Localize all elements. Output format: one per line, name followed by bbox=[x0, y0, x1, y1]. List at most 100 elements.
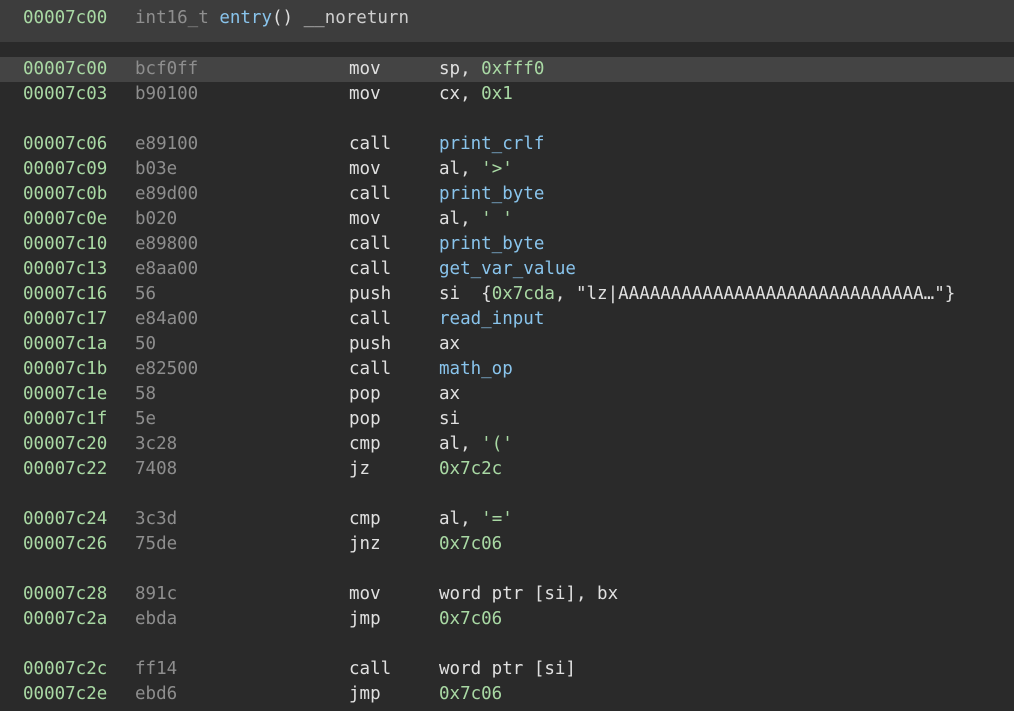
instruction-mnemonic[interactable]: push bbox=[349, 332, 391, 357]
instruction-operands[interactable]: 0x7c06 bbox=[439, 682, 502, 707]
instruction-operands[interactable]: 0x7c06 bbox=[439, 532, 502, 557]
instruction-operands[interactable]: cx, 0x1 bbox=[439, 82, 513, 107]
instruction-mnemonic[interactable]: call bbox=[349, 182, 391, 207]
instruction-row[interactable]: 00007c13 e8aa00 call get_var_value bbox=[0, 257, 1014, 282]
instruction-address[interactable]: 00007c28 bbox=[23, 582, 107, 607]
instruction-operands[interactable]: si bbox=[439, 407, 460, 432]
instruction-address[interactable]: 00007c1a bbox=[23, 332, 107, 357]
numeric-operand[interactable]: 0x1 bbox=[481, 84, 513, 104]
instruction-address[interactable]: 00007c03 bbox=[23, 82, 107, 107]
instruction-mnemonic[interactable]: jz bbox=[349, 457, 370, 482]
symbol-reference[interactable]: math_op bbox=[439, 359, 513, 379]
symbol-reference[interactable]: print_byte bbox=[439, 234, 544, 254]
instruction-address[interactable]: 00007c06 bbox=[23, 132, 107, 157]
instruction-address[interactable]: 00007c20 bbox=[23, 432, 107, 457]
instruction-row[interactable]: 00007c22 7408 jz 0x7c2c bbox=[0, 457, 1014, 482]
instruction-operands[interactable]: 0x7c06 bbox=[439, 607, 502, 632]
instruction-operands[interactable]: si {0x7cda, "lz|AAAAAAAAAAAAAAAAAAAAAAAA… bbox=[439, 282, 955, 307]
instruction-address[interactable]: 00007c0b bbox=[23, 182, 107, 207]
instruction-address[interactable]: 00007c10 bbox=[23, 232, 107, 257]
instruction-row[interactable]: 00007c1a 50 push ax bbox=[0, 332, 1014, 357]
instruction-row[interactable]: 00007c03 b90100 mov cx, 0x1 bbox=[0, 82, 1014, 107]
instruction-row[interactable]: 00007c1e 58 pop ax bbox=[0, 382, 1014, 407]
instruction-address[interactable]: 00007c2a bbox=[23, 607, 107, 632]
instruction-mnemonic[interactable]: jmp bbox=[349, 682, 381, 707]
instruction-address[interactable]: 00007c2c bbox=[23, 657, 107, 682]
instruction-mnemonic[interactable]: cmp bbox=[349, 432, 381, 457]
instruction-row[interactable]: 00007c2e ebd6 jmp 0x7c06 bbox=[0, 682, 1014, 707]
instruction-mnemonic[interactable]: push bbox=[349, 282, 391, 307]
instruction-row[interactable]: 00007c2c ff14 call word ptr [si] bbox=[0, 657, 1014, 682]
function-name[interactable]: entry bbox=[219, 8, 272, 28]
instruction-operands[interactable]: ax bbox=[439, 382, 460, 407]
function-signature[interactable]: int16_t entry() __noreturn bbox=[135, 8, 409, 28]
instruction-row[interactable]: 00007c0e b020 mov al, ' ' bbox=[0, 207, 1014, 232]
instruction-address[interactable]: 00007c2e bbox=[23, 682, 107, 707]
instruction-row[interactable]: 00007c17 e84a00 call read_input bbox=[0, 307, 1014, 332]
instruction-address[interactable]: 00007c1e bbox=[23, 382, 107, 407]
numeric-operand[interactable]: 0x7c2c bbox=[439, 459, 502, 479]
instruction-operands[interactable]: get_var_value bbox=[439, 257, 576, 282]
instruction-row[interactable]: 00007c24 3c3d cmp al, '=' bbox=[0, 507, 1014, 532]
instruction-address[interactable]: 00007c13 bbox=[23, 257, 107, 282]
instruction-row[interactable]: 00007c06 e89100 call print_crlf bbox=[0, 132, 1014, 157]
instruction-row[interactable]: 00007c2a ebda jmp 0x7c06 bbox=[0, 607, 1014, 632]
instruction-operands[interactable]: al, '=' bbox=[439, 507, 513, 532]
instruction-address[interactable]: 00007c0e bbox=[23, 207, 107, 232]
instruction-operands[interactable]: ax bbox=[439, 332, 460, 357]
instruction-address[interactable]: 00007c17 bbox=[23, 307, 107, 332]
instruction-mnemonic[interactable]: jnz bbox=[349, 532, 381, 557]
instruction-operands[interactable]: word ptr [si], bx bbox=[439, 582, 618, 607]
instruction-address[interactable]: 00007c26 bbox=[23, 532, 107, 557]
instruction-row[interactable]: 00007c16 56 push si {0x7cda, "lz|AAAAAAAAAA… bbox=[0, 282, 1014, 307]
instruction-operands[interactable]: al, '>' bbox=[439, 157, 513, 182]
instruction-row[interactable]: 00007c09 b03e mov al, '>' bbox=[0, 157, 1014, 182]
instruction-address[interactable]: 00007c00 bbox=[23, 57, 107, 82]
instruction-mnemonic[interactable]: call bbox=[349, 232, 391, 257]
numeric-operand[interactable]: 0x7c06 bbox=[439, 534, 502, 554]
instruction-address[interactable]: 00007c1b bbox=[23, 357, 107, 382]
instruction-mnemonic[interactable]: call bbox=[349, 657, 391, 682]
instruction-operands[interactable]: print_byte bbox=[439, 232, 544, 257]
instruction-operands[interactable]: al, ' ' bbox=[439, 207, 513, 232]
instruction-mnemonic[interactable]: jmp bbox=[349, 607, 381, 632]
instruction-address[interactable]: 00007c16 bbox=[23, 282, 107, 307]
instruction-row[interactable]: 00007c00 bcf0ff mov sp, 0xfff0 bbox=[0, 57, 1014, 82]
function-address[interactable]: 00007c00 bbox=[23, 8, 107, 28]
instruction-row[interactable]: 00007c0b e89d00 call print_byte bbox=[0, 182, 1014, 207]
numeric-operand[interactable]: 0x7c06 bbox=[439, 684, 502, 704]
instruction-mnemonic[interactable]: mov bbox=[349, 157, 381, 182]
instruction-mnemonic[interactable]: pop bbox=[349, 382, 381, 407]
instruction-operands[interactable]: al, '(' bbox=[439, 432, 513, 457]
instruction-mnemonic[interactable]: mov bbox=[349, 207, 381, 232]
instruction-operands[interactable]: word ptr [si] bbox=[439, 657, 576, 682]
instruction-operands[interactable]: print_byte bbox=[439, 182, 544, 207]
instruction-mnemonic[interactable]: pop bbox=[349, 407, 381, 432]
instruction-mnemonic[interactable]: call bbox=[349, 257, 391, 282]
numeric-operand[interactable]: 0xfff0 bbox=[481, 59, 544, 79]
instruction-operands[interactable]: math_op bbox=[439, 357, 513, 382]
instruction-operands[interactable]: 0x7c2c bbox=[439, 457, 502, 482]
symbol-reference[interactable]: read_input bbox=[439, 309, 544, 329]
numeric-operand[interactable]: 0x7cda bbox=[492, 284, 555, 304]
instruction-mnemonic[interactable]: call bbox=[349, 132, 391, 157]
instruction-row[interactable]: 00007c28 891c mov word ptr [si], bx bbox=[0, 582, 1014, 607]
instruction-row[interactable]: 00007c10 e89800 call print_byte bbox=[0, 232, 1014, 257]
disassembly-listing[interactable]: 00007c00 bcf0ff mov sp, 0xfff0 00007c03 b9010… bbox=[0, 57, 1014, 707]
instruction-row[interactable]: 00007c20 3c28 cmp al, '(' bbox=[0, 432, 1014, 457]
instruction-mnemonic[interactable]: call bbox=[349, 307, 391, 332]
instruction-mnemonic[interactable]: mov bbox=[349, 582, 381, 607]
symbol-reference[interactable]: get_var_value bbox=[439, 259, 576, 279]
instruction-operands[interactable]: sp, 0xfff0 bbox=[439, 57, 544, 82]
instruction-address[interactable]: 00007c22 bbox=[23, 457, 107, 482]
instruction-address[interactable]: 00007c09 bbox=[23, 157, 107, 182]
instruction-mnemonic[interactable]: cmp bbox=[349, 507, 381, 532]
instruction-mnemonic[interactable]: call bbox=[349, 357, 391, 382]
instruction-address[interactable]: 00007c1f bbox=[23, 407, 107, 432]
symbol-reference[interactable]: print_byte bbox=[439, 184, 544, 204]
instruction-operands[interactable]: read_input bbox=[439, 307, 544, 332]
instruction-mnemonic[interactable]: mov bbox=[349, 57, 381, 82]
instruction-operands[interactable]: print_crlf bbox=[439, 132, 544, 157]
instruction-address[interactable]: 00007c24 bbox=[23, 507, 107, 532]
instruction-row[interactable]: 00007c26 75de jnz 0x7c06 bbox=[0, 532, 1014, 557]
